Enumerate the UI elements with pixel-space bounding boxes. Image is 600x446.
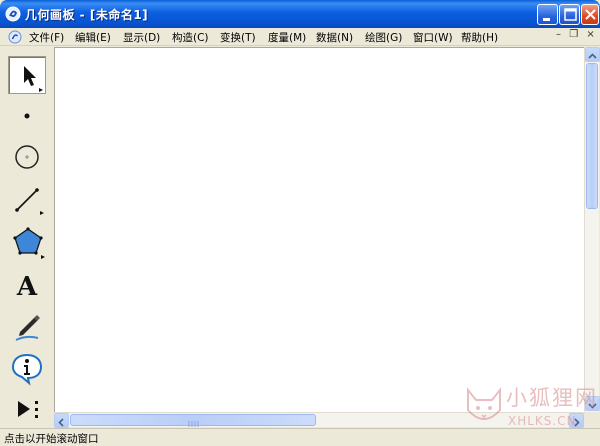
document-minimize-icon[interactable]: –	[556, 29, 561, 40]
document-icon[interactable]	[8, 30, 22, 44]
menu-edit[interactable]: 编辑(E)	[75, 30, 111, 45]
close-icon	[585, 9, 596, 20]
arrow-select-tool[interactable]	[8, 56, 46, 94]
menu-data[interactable]: 数据(N)	[316, 30, 353, 45]
text-tool[interactable]: A	[8, 266, 46, 304]
sketch-canvas[interactable]	[54, 47, 584, 412]
chevron-up-icon	[588, 53, 597, 59]
segment-icon	[15, 188, 44, 215]
scroll-up-button[interactable]	[585, 47, 600, 62]
info-icon	[11, 353, 43, 386]
document-close-icon[interactable]: ×	[586, 29, 594, 40]
menu-file[interactable]: 文件(F)	[29, 30, 64, 45]
document-restore-icon[interactable]: ❐	[569, 29, 578, 40]
window-title: 几何画板 - [未命名1]	[25, 8, 149, 22]
polygon-tool[interactable]	[8, 224, 46, 262]
site-watermark: 小狐狸网 XHLKS.CN	[462, 380, 598, 442]
marker-tool[interactable]	[8, 308, 46, 346]
information-tool[interactable]	[8, 350, 46, 388]
circle-icon	[15, 145, 39, 169]
custom-tool[interactable]	[8, 392, 46, 430]
pentagon-icon	[13, 227, 45, 259]
fox-logo-icon	[467, 387, 501, 420]
scroll-left-button[interactable]	[54, 413, 69, 428]
app-icon	[5, 6, 21, 22]
text-a-icon: A	[16, 272, 38, 302]
menu-window[interactable]: 窗口(W)	[413, 30, 453, 45]
arrow-icon	[24, 66, 43, 92]
text-tool-glyph: A	[16, 272, 38, 302]
watermark-url: XHLKS.CN	[508, 414, 577, 428]
vertical-scrollbar[interactable]	[584, 47, 600, 412]
document-window-controls: – ❐ ×	[556, 29, 595, 40]
point-tool[interactable]	[8, 98, 46, 136]
menu-transform[interactable]: 变换(T)	[220, 30, 256, 45]
minimize-icon	[543, 18, 550, 21]
point-icon	[24, 113, 30, 119]
menu-construct[interactable]: 构造(C)	[172, 30, 209, 45]
close-button[interactable]	[581, 4, 599, 25]
menu-measure[interactable]: 度量(M)	[268, 30, 306, 45]
minimize-button[interactable]	[537, 4, 558, 25]
status-text: 点击以开始滚动窗口	[4, 433, 99, 445]
play-more-icon	[18, 401, 38, 418]
pen-icon	[15, 315, 40, 341]
menu-bar: 文件(F) 编辑(E) 显示(D) 构造(C) 变换(T) 度量(M) 数据(N…	[0, 28, 600, 46]
vertical-scroll-thumb[interactable]	[586, 63, 598, 209]
maximize-icon	[564, 8, 577, 21]
menu-help[interactable]: 帮助(H)	[461, 30, 498, 45]
compass-tool[interactable]	[8, 140, 46, 178]
maximize-button[interactable]	[559, 4, 580, 25]
title-bar[interactable]: 几何画板 - [未命名1]	[0, 0, 600, 28]
horizontal-scroll-thumb[interactable]	[70, 414, 316, 427]
menu-graph[interactable]: 绘图(G)	[365, 30, 402, 45]
menu-display[interactable]: 显示(D)	[123, 30, 160, 45]
watermark-title: 小狐狸网	[506, 386, 598, 410]
application-window: 几何画板 - [未命名1] 文件(F) 编辑(E) 显示(D) 构造(C) 变换…	[0, 0, 600, 446]
toolbox: A	[4, 50, 50, 426]
straightedge-tool[interactable]	[8, 182, 46, 220]
